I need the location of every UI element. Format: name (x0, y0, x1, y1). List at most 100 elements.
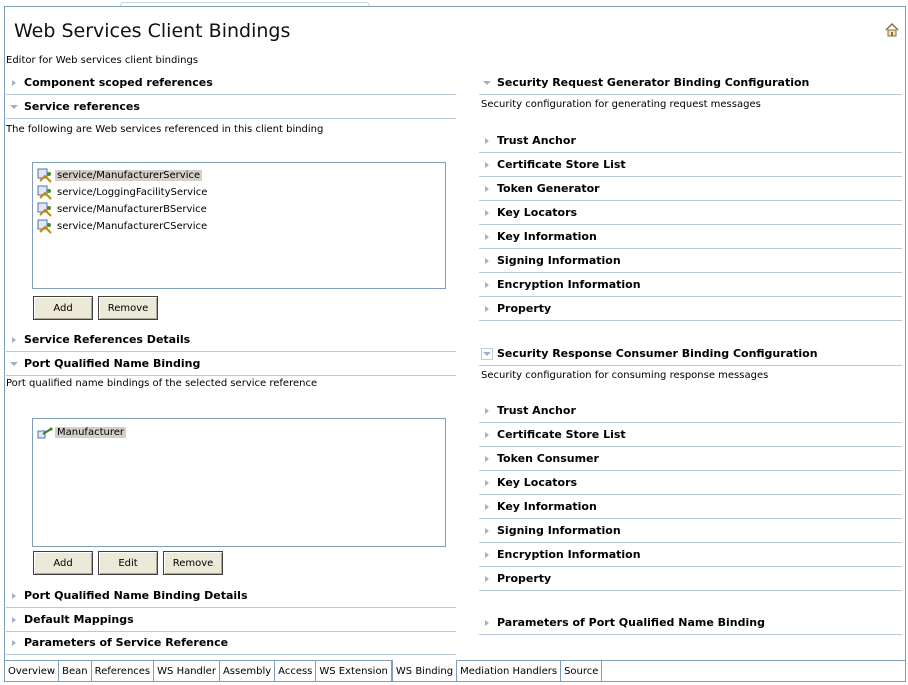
service-reference-icon (37, 219, 52, 234)
tab-ws-extension[interactable]: WS Extension (316, 661, 392, 681)
subsection-title: Key Locators (497, 206, 578, 219)
section-title: Service references (24, 100, 140, 113)
section-component-scoped-references[interactable]: Component scoped references (6, 71, 456, 95)
list-item[interactable]: Manufacturer (37, 424, 126, 441)
section-title: Component scoped references (24, 76, 213, 89)
list-item[interactable]: service/LoggingFacilityService (37, 184, 209, 201)
subsection-item[interactable]: Trust Anchor (479, 399, 902, 423)
twistie-collapsed-icon[interactable] (6, 631, 22, 655)
subsection-item[interactable]: Key Information (479, 495, 902, 519)
twistie-collapsed-icon[interactable] (479, 273, 495, 297)
twistie-expanded-icon[interactable] (6, 352, 22, 376)
section-port-binding-details[interactable]: Port Qualified Name Binding Details (6, 584, 456, 608)
tab-assembly[interactable]: Assembly (219, 661, 276, 681)
subsection-title: Certificate Store List (497, 158, 626, 171)
twistie-collapsed-icon[interactable] (479, 495, 495, 519)
twistie-collapsed-icon[interactable] (479, 447, 495, 471)
tab-mediation-handlers[interactable]: Mediation Handlers (457, 661, 562, 681)
page-description: Editor for Web services client bindings (6, 55, 199, 66)
twistie-collapsed-icon[interactable] (479, 423, 495, 447)
twistie-expanded-icon[interactable] (479, 71, 495, 95)
subsection-title: Key Locators (497, 476, 578, 489)
service-reference-icon (37, 168, 52, 183)
subsection-item[interactable]: Token Consumer (479, 447, 902, 471)
subsection-item[interactable]: Key Locators (479, 201, 902, 225)
subsection-title: Encryption Information (497, 548, 641, 561)
twistie-collapsed-icon[interactable] (479, 543, 495, 567)
subsection-item[interactable]: Token Generator (479, 177, 902, 201)
subsection-item[interactable]: Encryption Information (479, 543, 902, 567)
subsection-item[interactable]: Encryption Information (479, 273, 902, 297)
twistie-collapsed-icon[interactable] (479, 297, 495, 321)
list-item[interactable]: service/ManufacturerBService (37, 201, 209, 218)
subsection-title: Certificate Store List (497, 428, 626, 441)
twistie-collapsed-icon[interactable] (6, 71, 22, 95)
subsection-item[interactable]: Property (479, 567, 902, 591)
twistie-collapsed-icon[interactable] (6, 608, 22, 632)
subsection-item[interactable]: Key Locators (479, 471, 902, 495)
twistie-collapsed-icon[interactable] (6, 328, 22, 352)
twistie-collapsed-icon[interactable] (6, 584, 22, 608)
service-references-description: The following are Web services reference… (6, 124, 324, 135)
add-service-reference-button[interactable]: Add (33, 296, 93, 320)
subsection-item[interactable]: Property (479, 297, 902, 321)
subsection-item[interactable]: Key Information (479, 225, 902, 249)
port-binding-list[interactable]: Manufacturer (32, 418, 446, 547)
section-default-mappings[interactable]: Default Mappings (6, 608, 456, 632)
editor-tab-strip: Overview Bean References WS Handler Assembly… (5, 659, 905, 681)
section-parameters-of-service-reference[interactable]: Parameters of Service Reference (6, 631, 456, 655)
section-title: Service References Details (24, 333, 191, 346)
section-service-references[interactable]: Service references (6, 95, 456, 119)
twistie-collapsed-icon[interactable] (479, 399, 495, 423)
twistie-expanded-icon[interactable] (6, 95, 22, 119)
tab-source[interactable]: Source (561, 661, 603, 681)
twistie-collapsed-icon[interactable] (479, 153, 495, 177)
subsection-title: Token Generator (497, 182, 600, 195)
subsection-item[interactable]: Signing Information (479, 519, 902, 543)
section-title: Default Mappings (24, 613, 134, 626)
twistie-collapsed-icon[interactable] (479, 249, 495, 273)
twistie-collapsed-icon[interactable] (479, 471, 495, 495)
list-item-label: service/LoggingFacilityService (57, 187, 208, 198)
twistie-collapsed-icon[interactable] (479, 129, 495, 153)
twistie-collapsed-icon[interactable] (479, 519, 495, 543)
twistie-collapsed-icon[interactable] (479, 567, 495, 591)
subsection-title: Trust Anchor (497, 134, 576, 147)
twistie-collapsed-icon[interactable] (479, 177, 495, 201)
subsection-item[interactable]: Signing Information (479, 249, 902, 273)
section-port-qualified-name-binding[interactable]: Port Qualified Name Binding (6, 352, 456, 376)
list-item[interactable]: service/ManufacturerService (37, 167, 203, 184)
remove-port-binding-button[interactable]: Remove (163, 551, 223, 575)
home-icon[interactable] (884, 22, 900, 38)
tab-references[interactable]: References (91, 661, 155, 681)
list-item[interactable]: service/ManufacturerCService (37, 218, 209, 235)
remove-service-reference-button[interactable]: Remove (98, 296, 158, 320)
twistie-collapsed-icon[interactable] (479, 201, 495, 225)
list-item-label: service/ManufacturerService (55, 170, 203, 181)
section-security-request-generator[interactable]: Security Request Generator Binding Confi… (479, 71, 902, 95)
section-service-references-details[interactable]: Service References Details (6, 328, 456, 352)
tab-ws-handler[interactable]: WS Handler (154, 661, 220, 681)
subsection-item[interactable]: Trust Anchor (479, 129, 902, 153)
section-title: Security Response Consumer Binding Confi… (497, 347, 818, 360)
tab-access[interactable]: Access (275, 661, 317, 681)
tab-ws-binding[interactable]: WS Binding (391, 659, 458, 681)
subsection-title: Token Consumer (497, 452, 599, 465)
edit-port-binding-button[interactable]: Edit (98, 551, 158, 575)
section-title: Port Qualified Name Binding Details (24, 589, 248, 602)
subsection-item[interactable]: Certificate Store List (479, 153, 902, 177)
tab-bean[interactable]: Bean (59, 661, 92, 681)
subsection-title: Trust Anchor (497, 404, 576, 417)
twistie-collapsed-icon[interactable] (479, 611, 495, 635)
section-security-response-consumer[interactable]: Security Response Consumer Binding Confi… (479, 342, 902, 366)
list-item-label: Manufacturer (55, 427, 126, 438)
twistie-expanded-icon[interactable] (479, 342, 495, 366)
port-binding-icon (37, 427, 53, 438)
service-references-list[interactable]: service/ManufacturerService service/Logg… (32, 162, 446, 289)
twistie-collapsed-icon[interactable] (479, 225, 495, 249)
tab-overview[interactable]: Overview (5, 661, 60, 681)
subsection-item[interactable]: Certificate Store List (479, 423, 902, 447)
add-port-binding-button[interactable]: Add (33, 551, 93, 575)
section-parameters-of-port-binding[interactable]: Parameters of Port Qualified Name Bindin… (479, 611, 902, 635)
list-item-label: service/ManufacturerBService (57, 204, 207, 215)
